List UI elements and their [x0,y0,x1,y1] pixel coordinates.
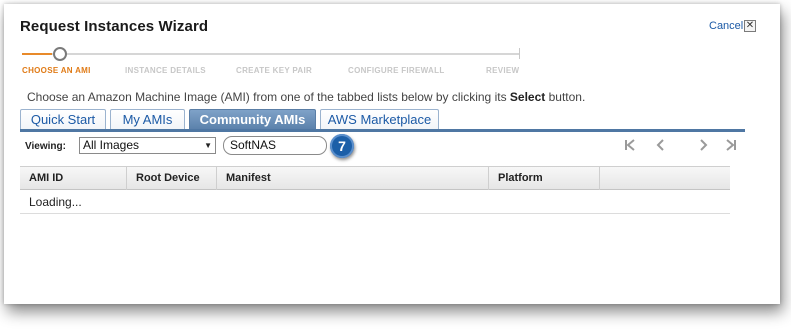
filter-bar: Viewing: All Images ▼ SoftNAS 7 [12,134,762,160]
table-row: Loading... [20,190,730,214]
instructions-text: Choose an Amazon Machine Image (AMI) fro… [27,90,585,104]
column-manifest[interactable]: Manifest [217,167,489,190]
step-configure-firewall: CONFIGURE FIREWALL [348,66,445,75]
tabs-underline [20,129,745,132]
tab-my-amis[interactable]: My AMIs [110,109,185,130]
progress-track-end [519,48,520,59]
step-create-key-pair: CREATE KEY PAIR [236,66,313,75]
instructions-text-bold: Select [509,90,546,104]
step-choose-ami: CHOOSE AN AMI [22,66,91,75]
close-icon[interactable]: ✕ [744,20,756,32]
column-root-device[interactable]: Root Device [127,167,217,190]
last-page-icon[interactable] [724,138,738,156]
progress-track [37,53,520,55]
progress-track-done [22,53,52,55]
tab-community-amis[interactable]: Community AMIs [189,109,316,130]
request-instances-wizard: Request Instances Wizard Cancel ✕ CHOOSE… [12,12,762,292]
wizard-progress: CHOOSE AN AMI INSTANCE DETAILS CREATE KE… [12,46,762,90]
instructions-text-end: button. [545,90,586,104]
previous-page-icon[interactable] [654,138,668,156]
dropdown-arrow-icon: ▼ [204,141,212,150]
viewing-label: Viewing: [25,141,66,152]
step-instance-details: INSTANCE DETAILS [125,66,206,75]
ami-search-input[interactable]: SoftNAS [223,136,327,155]
step-review: REVIEW [486,66,520,75]
column-ami-id[interactable]: AMI ID [20,167,127,190]
next-page-icon[interactable] [696,138,710,156]
viewing-select-value: All Images [83,138,140,152]
instructions-text-start: Choose an Amazon Machine Image (AMI) fro… [27,90,510,104]
column-platform[interactable]: Platform [489,167,600,190]
title-bar: Request Instances Wizard Cancel ✕ [12,12,762,42]
first-page-icon[interactable] [623,138,637,156]
table-header: AMI ID Root Device Manifest Platform [20,166,730,190]
step-callout-badge: 7 [330,134,354,158]
tab-aws-marketplace[interactable]: AWS Marketplace [320,109,439,130]
cancel-link[interactable]: Cancel [709,20,743,32]
dialog-title: Request Instances Wizard [20,18,209,35]
tab-quick-start[interactable]: Quick Start [20,109,106,130]
current-step-marker-icon [53,47,67,61]
viewing-select[interactable]: All Images ▼ [79,137,216,154]
